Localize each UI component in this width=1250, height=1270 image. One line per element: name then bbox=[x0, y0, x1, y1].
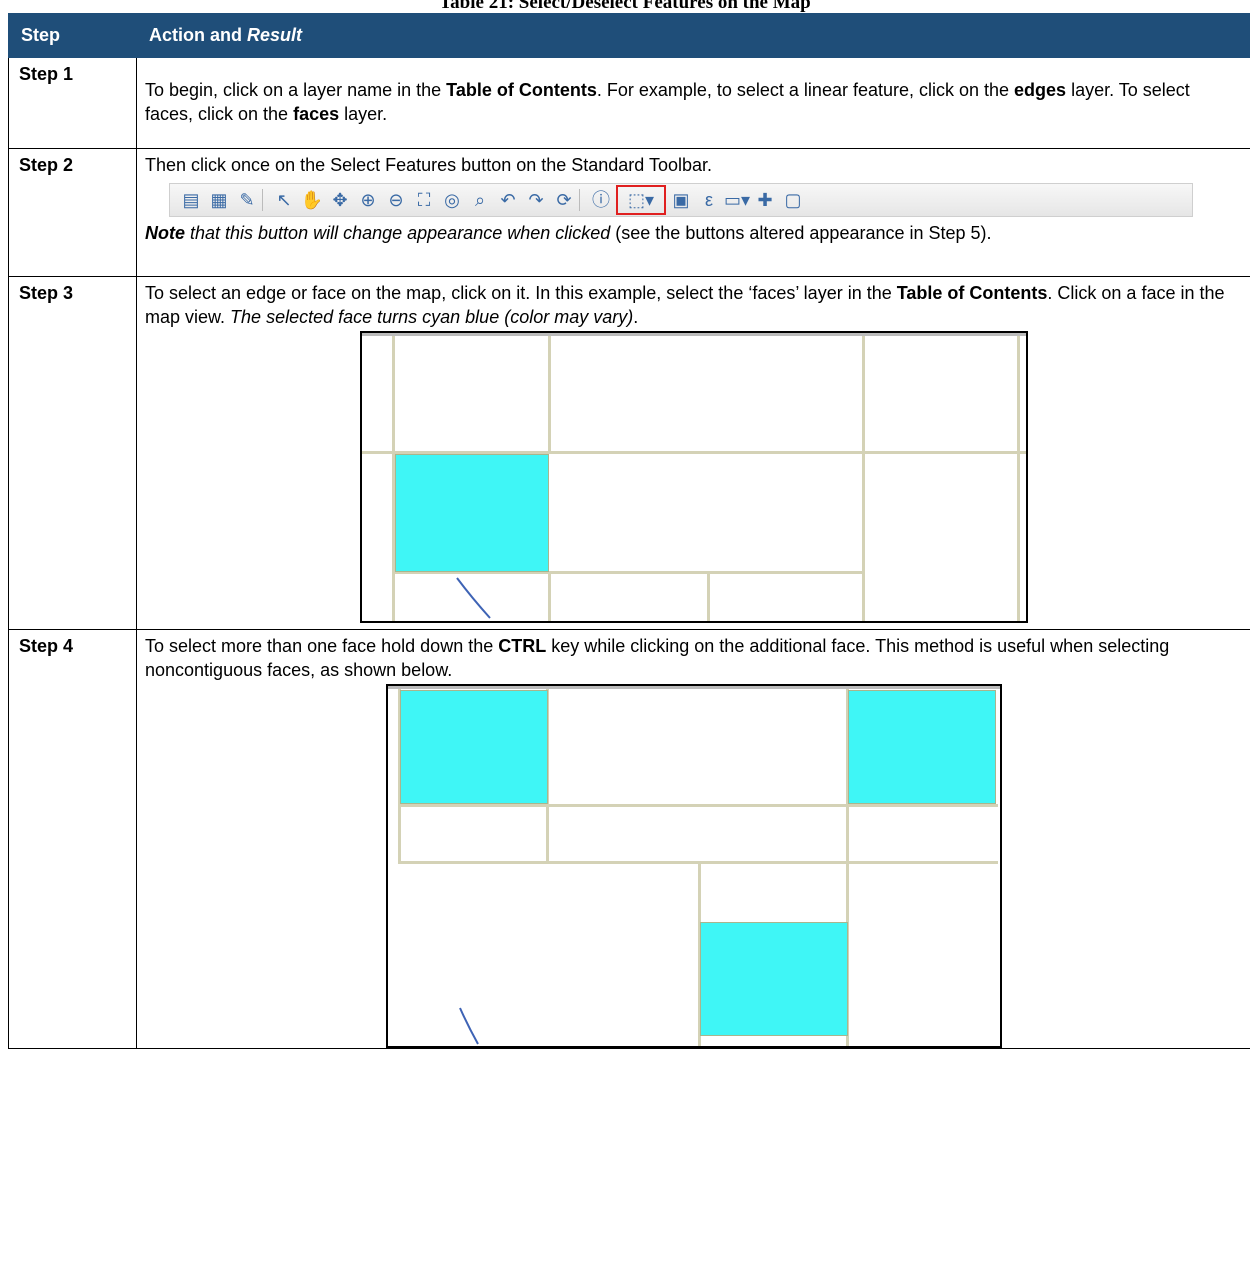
select-features-icon: ⬚▾ bbox=[616, 185, 666, 215]
add-feature-icon: ✚ bbox=[757, 190, 773, 210]
edit-icon: ✎ bbox=[239, 190, 255, 210]
step-label: Step 2 bbox=[8, 148, 137, 277]
measure-icon: ▭▾ bbox=[723, 190, 751, 210]
identify-icon: ⓘ bbox=[592, 190, 610, 210]
steps-table: Step Action and Result Step 1 To begin, … bbox=[8, 13, 1250, 1049]
pan-hand-icon: ✋ bbox=[300, 190, 324, 210]
step-row-2: Step 2 Then click once on the Select Fea… bbox=[8, 148, 1250, 277]
step-label: Step 1 bbox=[8, 57, 137, 149]
selected-face bbox=[847, 690, 996, 804]
save-icon: ▤ bbox=[182, 190, 200, 210]
zoom-next-icon: ↷ bbox=[528, 190, 544, 210]
pan-to-selection-icon: ✥ bbox=[332, 190, 348, 210]
new-layer-icon: ▢ bbox=[784, 190, 802, 210]
header-action: Action and Result bbox=[136, 13, 1250, 58]
river-line bbox=[458, 1007, 479, 1045]
header-row: Step Action and Result bbox=[8, 13, 1250, 58]
toolbar-separator bbox=[579, 189, 586, 211]
step-action: Then click once on the Select Features b… bbox=[136, 148, 1250, 277]
step-row-3: Step 3 To select an edge or face on the … bbox=[8, 276, 1250, 630]
standard-toolbar-image: ▤ ▦ ✎ ↖ ✋ ✥ ⊕ ⊖ ⛶ ◎ ⌕ ↶ ↷ ⟳ ⓘ ⬚▾ ▣ ε ▭▾ ✚ ▢ bbox=[169, 183, 1193, 217]
selected-face bbox=[399, 690, 548, 804]
expression-select-icon: ε bbox=[704, 190, 714, 210]
step-row-4: Step 4 To select more than one face hold… bbox=[8, 629, 1250, 1049]
table-caption: Table 21: Select/Deselect Features on th… bbox=[439, 0, 811, 13]
header-step: Step bbox=[8, 13, 137, 58]
new-map-icon: ▦ bbox=[210, 190, 228, 210]
zoom-in-icon: ⊕ bbox=[360, 190, 376, 210]
deselect-icon: ▣ bbox=[672, 190, 690, 210]
zoom-selection-icon: ⌕ bbox=[474, 190, 486, 210]
step-action: To begin, click on a layer name in the T… bbox=[136, 57, 1250, 149]
zoom-full-icon: ⛶ bbox=[417, 190, 431, 210]
step-row-1: Step 1 To begin, click on a layer name i… bbox=[8, 57, 1250, 149]
pointer-icon: ↖ bbox=[276, 190, 292, 210]
step-action: To select an edge or face on the map, cl… bbox=[136, 276, 1250, 630]
step-label: Step 4 bbox=[8, 629, 137, 1049]
toolbar-separator bbox=[262, 189, 269, 211]
zoom-out-icon: ⊖ bbox=[388, 190, 404, 210]
selected-face bbox=[699, 922, 848, 1036]
zoom-layer-icon: ◎ bbox=[444, 190, 460, 210]
selected-face bbox=[394, 454, 549, 572]
zoom-last-icon: ↶ bbox=[500, 190, 516, 210]
step-label: Step 3 bbox=[8, 276, 137, 630]
map-view-multi-selection bbox=[385, 684, 1002, 1048]
refresh-icon: ⟳ bbox=[556, 190, 572, 210]
river-line bbox=[455, 577, 491, 619]
step-action: To select more than one face hold down t… bbox=[136, 629, 1250, 1049]
map-view-single-selection bbox=[359, 331, 1028, 623]
